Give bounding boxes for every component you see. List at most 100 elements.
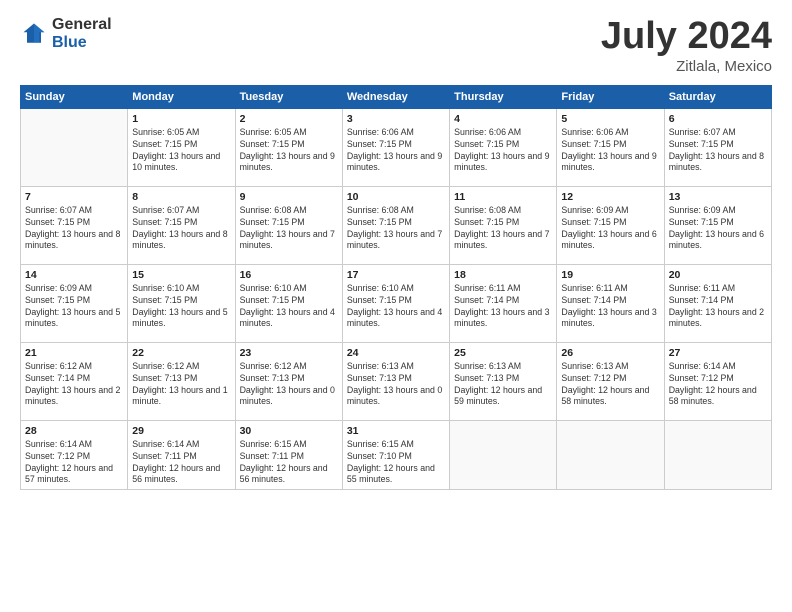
day-info: Sunrise: 6:11 AMSunset: 7:14 PMDaylight:…	[669, 283, 767, 331]
day-number: 5	[561, 113, 659, 125]
calendar-cell: 2 Sunrise: 6:05 AMSunset: 7:15 PMDaylight…	[235, 108, 342, 186]
calendar-cell: 25 Sunrise: 6:13 AMSunset: 7:13 PMDayligh…	[450, 342, 557, 420]
day-number: 26	[561, 347, 659, 359]
calendar-cell: 7 Sunrise: 6:07 AMSunset: 7:15 PMDaylight…	[21, 186, 128, 264]
calendar-cell: 12 Sunrise: 6:09 AMSunset: 7:15 PMDayligh…	[557, 186, 664, 264]
day-info: Sunrise: 6:10 AMSunset: 7:15 PMDaylight:…	[347, 283, 445, 331]
day-info: Sunrise: 6:13 AMSunset: 7:13 PMDaylight:…	[454, 361, 552, 409]
day-info: Sunrise: 6:05 AMSunset: 7:15 PMDaylight:…	[240, 127, 338, 175]
day-info: Sunrise: 6:13 AMSunset: 7:12 PMDaylight:…	[561, 361, 659, 409]
day-of-week-header: Friday	[557, 85, 664, 108]
day-of-week-header: Sunday	[21, 85, 128, 108]
calendar-cell: 29 Sunrise: 6:14 AMSunset: 7:11 PMDayligh…	[128, 420, 235, 490]
day-number: 31	[347, 425, 445, 437]
calendar-header-row: SundayMondayTuesdayWednesdayThursdayFrid…	[21, 85, 772, 108]
calendar-table: SundayMondayTuesdayWednesdayThursdayFrid…	[20, 85, 772, 491]
calendar-cell: 18Sunrise: 6:11 AMSunset: 7:14 PMDayligh…	[450, 264, 557, 342]
day-info: Sunrise: 6:15 AMSunset: 7:11 PMDaylight:…	[240, 439, 338, 487]
day-number: 25	[454, 347, 552, 359]
title-location: Zitlala, Mexico	[601, 58, 772, 75]
day-number: 22	[132, 347, 230, 359]
header: General Blue July 2024 Zitlala, Mexico	[20, 16, 772, 75]
day-number: 29	[132, 425, 230, 437]
day-of-week-header: Saturday	[664, 85, 771, 108]
calendar-cell	[21, 108, 128, 186]
calendar-cell: 27Sunrise: 6:14 AMSunset: 7:12 PMDayligh…	[664, 342, 771, 420]
day-number: 12	[561, 191, 659, 203]
calendar-cell: 23 Sunrise: 6:12 AMSunset: 7:13 PMDayligh…	[235, 342, 342, 420]
day-of-week-header: Wednesday	[342, 85, 449, 108]
calendar-week-row: 28Sunrise: 6:14 AMSunset: 7:12 PMDayligh…	[21, 420, 772, 490]
day-number: 17	[347, 269, 445, 281]
calendar-cell	[557, 420, 664, 490]
day-number: 3	[347, 113, 445, 125]
day-info: Sunrise: 6:06 AMSunset: 7:15 PMDaylight:…	[561, 127, 659, 175]
day-info: Sunrise: 6:07 AMSunset: 7:15 PMDaylight:…	[669, 127, 767, 175]
calendar-cell	[450, 420, 557, 490]
day-number: 4	[454, 113, 552, 125]
calendar-cell: 6Sunrise: 6:07 AMSunset: 7:15 PMDaylight…	[664, 108, 771, 186]
day-number: 15	[132, 269, 230, 281]
day-info: Sunrise: 6:14 AMSunset: 7:11 PMDaylight:…	[132, 439, 230, 487]
day-info: Sunrise: 6:10 AMSunset: 7:15 PMDaylight:…	[132, 283, 230, 331]
day-info: Sunrise: 6:07 AMSunset: 7:15 PMDaylight:…	[25, 205, 123, 253]
logo-blue: Blue	[52, 34, 112, 52]
day-info: Sunrise: 6:11 AMSunset: 7:14 PMDaylight:…	[561, 283, 659, 331]
title-month: July 2024	[601, 16, 772, 58]
calendar-cell: 1 Sunrise: 6:05 AMSunset: 7:15 PMDaylight…	[128, 108, 235, 186]
logo: General Blue	[20, 16, 112, 51]
calendar-cell: 5 Sunrise: 6:06 AMSunset: 7:15 PMDaylight…	[557, 108, 664, 186]
day-info: Sunrise: 6:06 AMSunset: 7:15 PMDaylight:…	[347, 127, 445, 175]
day-of-week-header: Monday	[128, 85, 235, 108]
day-of-week-header: Tuesday	[235, 85, 342, 108]
day-number: 16	[240, 269, 338, 281]
day-number: 19	[561, 269, 659, 281]
day-info: Sunrise: 6:09 AMSunset: 7:15 PMDaylight:…	[25, 283, 123, 331]
day-number: 30	[240, 425, 338, 437]
day-number: 23	[240, 347, 338, 359]
calendar-cell: 8Sunrise: 6:07 AMSunset: 7:15 PMDaylight…	[128, 186, 235, 264]
day-number: 11	[454, 191, 552, 203]
calendar-week-row: 14Sunrise: 6:09 AMSunset: 7:15 PMDayligh…	[21, 264, 772, 342]
calendar-cell: 3 Sunrise: 6:06 AMSunset: 7:15 PMDaylight…	[342, 108, 449, 186]
calendar-cell: 24 Sunrise: 6:13 AMSunset: 7:13 PMDayligh…	[342, 342, 449, 420]
calendar-week-row: 1 Sunrise: 6:05 AMSunset: 7:15 PMDaylight…	[21, 108, 772, 186]
calendar-week-row: 21 Sunrise: 6:12 AMSunset: 7:14 PMDayligh…	[21, 342, 772, 420]
day-info: Sunrise: 6:05 AMSunset: 7:15 PMDaylight:…	[132, 127, 230, 175]
logo-text: General Blue	[52, 16, 112, 51]
day-number: 7	[25, 191, 123, 203]
day-number: 20	[669, 269, 767, 281]
day-number: 10	[347, 191, 445, 203]
calendar-cell: 26 Sunrise: 6:13 AMSunset: 7:12 PMDayligh…	[557, 342, 664, 420]
calendar-cell: 14Sunrise: 6:09 AMSunset: 7:15 PMDayligh…	[21, 264, 128, 342]
day-info: Sunrise: 6:13 AMSunset: 7:13 PMDaylight:…	[347, 361, 445, 409]
day-number: 28	[25, 425, 123, 437]
day-info: Sunrise: 6:12 AMSunset: 7:13 PMDaylight:…	[240, 361, 338, 409]
day-number: 9	[240, 191, 338, 203]
day-number: 1	[132, 113, 230, 125]
page: General Blue July 2024 Zitlala, Mexico S…	[0, 0, 792, 612]
day-info: Sunrise: 6:09 AMSunset: 7:15 PMDaylight:…	[669, 205, 767, 253]
day-info: Sunrise: 6:08 AMSunset: 7:15 PMDaylight:…	[240, 205, 338, 253]
calendar-cell: 31 Sunrise: 6:15 AMSunset: 7:10 PMDayligh…	[342, 420, 449, 490]
day-number: 2	[240, 113, 338, 125]
day-info: Sunrise: 6:10 AMSunset: 7:15 PMDaylight:…	[240, 283, 338, 331]
day-info: Sunrise: 6:08 AMSunset: 7:15 PMDaylight:…	[454, 205, 552, 253]
day-info: Sunrise: 6:08 AMSunset: 7:15 PMDaylight:…	[347, 205, 445, 253]
day-number: 21	[25, 347, 123, 359]
calendar-cell: 13 Sunrise: 6:09 AMSunset: 7:15 PMDayligh…	[664, 186, 771, 264]
calendar-cell: 22Sunrise: 6:12 AMSunset: 7:13 PMDayligh…	[128, 342, 235, 420]
day-info: Sunrise: 6:09 AMSunset: 7:15 PMDaylight:…	[561, 205, 659, 253]
calendar-week-row: 7 Sunrise: 6:07 AMSunset: 7:15 PMDaylight…	[21, 186, 772, 264]
day-info: Sunrise: 6:15 AMSunset: 7:10 PMDaylight:…	[347, 439, 445, 487]
calendar-cell: 15 Sunrise: 6:10 AMSunset: 7:15 PMDayligh…	[128, 264, 235, 342]
day-number: 24	[347, 347, 445, 359]
day-info: Sunrise: 6:12 AMSunset: 7:14 PMDaylight:…	[25, 361, 123, 409]
calendar-cell: 4Sunrise: 6:06 AMSunset: 7:15 PMDaylight…	[450, 108, 557, 186]
calendar-cell: 20 Sunrise: 6:11 AMSunset: 7:14 PMDayligh…	[664, 264, 771, 342]
calendar-cell: 19 Sunrise: 6:11 AMSunset: 7:14 PMDayligh…	[557, 264, 664, 342]
day-number: 13	[669, 191, 767, 203]
calendar-cell: 9 Sunrise: 6:08 AMSunset: 7:15 PMDaylight…	[235, 186, 342, 264]
calendar-cell: 16 Sunrise: 6:10 AMSunset: 7:15 PMDayligh…	[235, 264, 342, 342]
day-info: Sunrise: 6:07 AMSunset: 7:15 PMDaylight:…	[132, 205, 230, 253]
